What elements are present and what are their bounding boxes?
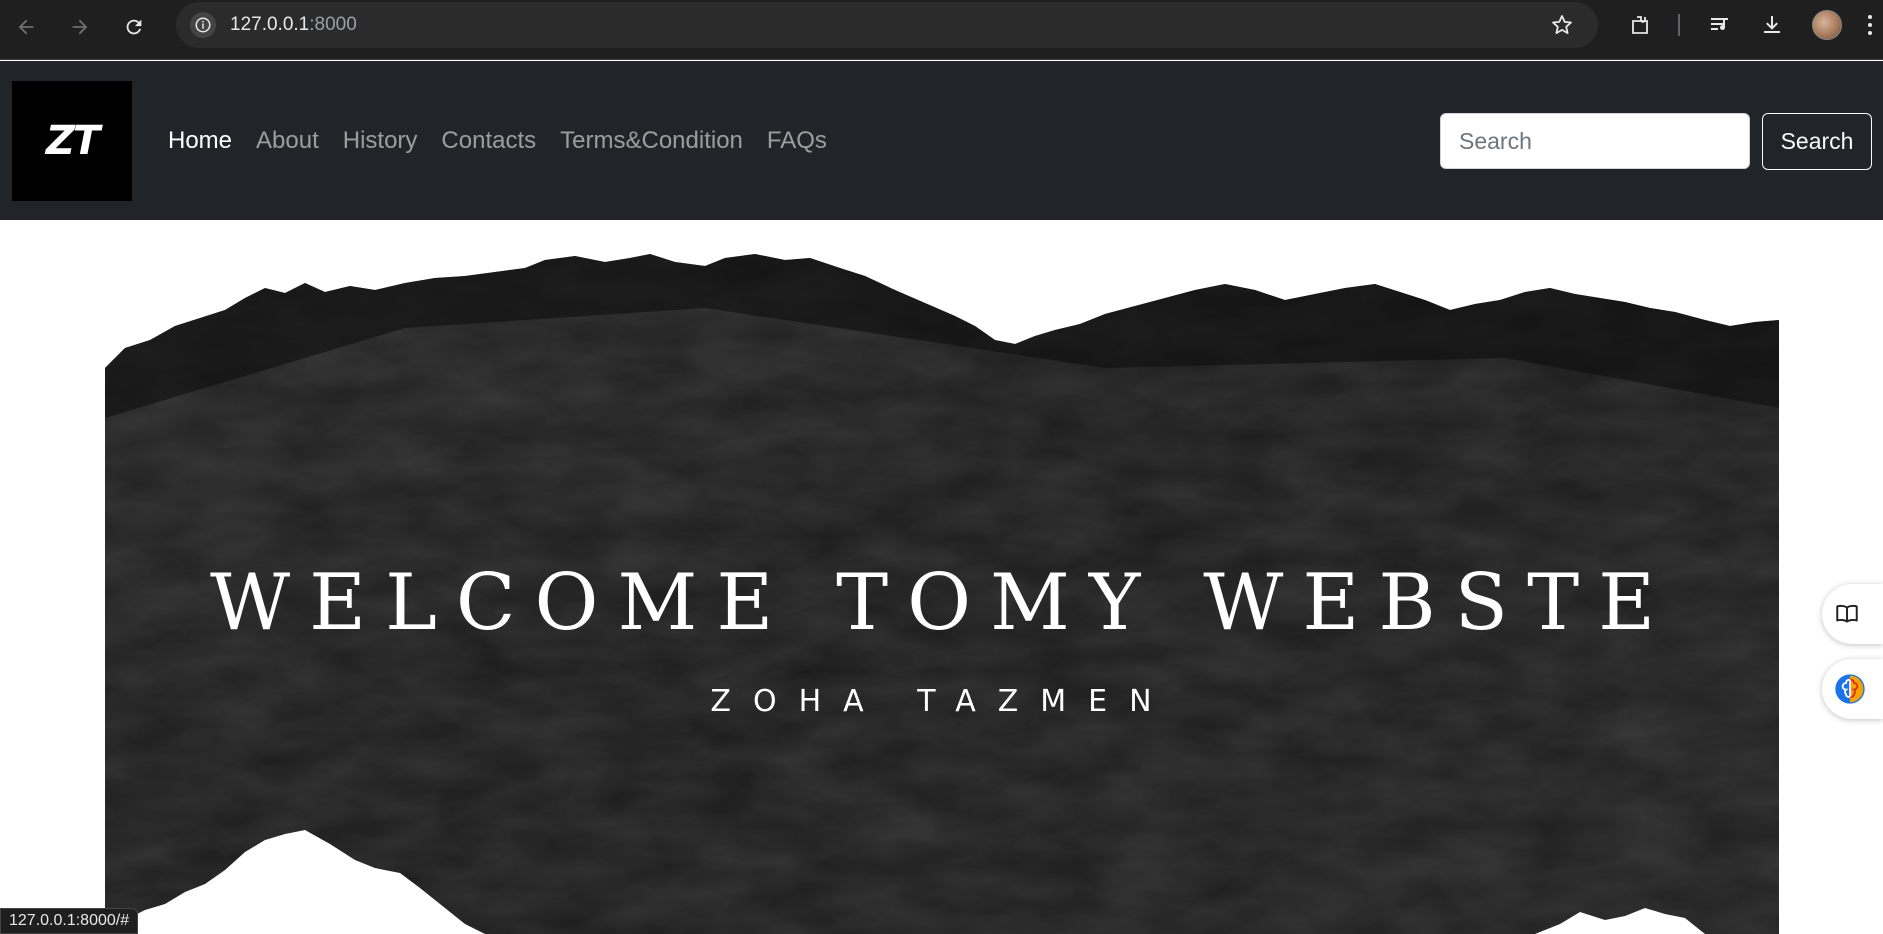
site-info-icon[interactable] [190, 12, 216, 38]
logo-text: ZT [45, 118, 100, 164]
hero-title: WELCOME TOMY WEBSTE [209, 558, 1675, 648]
toolbar-divider [1678, 14, 1680, 36]
forward-button[interactable] [62, 9, 98, 45]
profile-avatar[interactable] [1812, 10, 1842, 40]
site-navbar: ZT Home About History Contacts Terms&Conditi… [0, 61, 1883, 220]
media-controls-icon[interactable] [1704, 9, 1736, 41]
extension-side-button[interactable] [1822, 659, 1883, 719]
browser-toolbar: 127.0.0.1:8000 [0, 0, 1883, 60]
book-open-icon [1836, 604, 1858, 623]
browser-menu-icon[interactable] [1860, 10, 1880, 40]
link-status-bar: 127.0.0.1:8000/# [0, 908, 139, 934]
nav-links: Home About History Contacts Terms&Condition F… [168, 127, 851, 155]
nav-link-history[interactable]: History [343, 127, 418, 155]
site-logo[interactable]: ZT [12, 81, 132, 201]
nav-link-faqs[interactable]: FAQs [767, 127, 827, 155]
search-button[interactable]: Search [1762, 113, 1872, 170]
nav-link-contacts[interactable]: Contacts [441, 127, 536, 155]
back-button[interactable] [8, 9, 44, 45]
url-port: :8000 [309, 14, 357, 35]
hero-subtitle: ZOHA TAZMEN [710, 684, 1174, 719]
reading-mode-button[interactable] [1822, 584, 1883, 644]
address-url[interactable]: 127.0.0.1:8000 [230, 14, 357, 36]
reload-button[interactable] [116, 9, 152, 45]
nav-link-home[interactable]: Home [168, 127, 232, 155]
search-input[interactable] [1440, 113, 1750, 169]
nav-link-about[interactable]: About [256, 127, 319, 155]
address-bar[interactable]: 127.0.0.1:8000 [176, 2, 1598, 48]
downloads-icon[interactable] [1756, 9, 1788, 41]
extensions-icon[interactable] [1624, 9, 1656, 41]
arrow-right-icon [72, 19, 88, 35]
arrow-left-icon [18, 19, 34, 35]
url-host: 127.0.0.1 [230, 14, 310, 35]
nav-link-terms-condition[interactable]: Terms&Condition [560, 127, 743, 155]
brain-icon [1835, 674, 1865, 704]
hero-banner: WELCOME TOMY WEBSTE ZOHA TAZMEN [105, 248, 1779, 934]
bookmark-star-icon[interactable] [1546, 9, 1578, 41]
reload-icon [126, 19, 142, 35]
